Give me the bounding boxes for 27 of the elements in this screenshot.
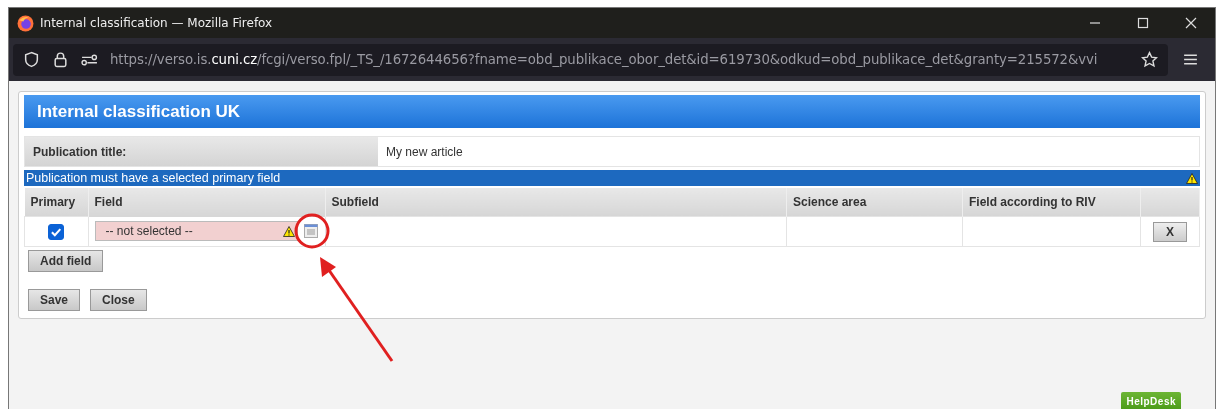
action-button[interactable]: Save [28, 289, 81, 311]
action-button[interactable]: Close [90, 289, 147, 311]
error-message: Publication must have a selected primary field [26, 171, 281, 185]
column-header: Field according to RIV [962, 188, 1141, 217]
field-select[interactable]: -- not selected -- [94, 221, 298, 241]
primary-checkbox[interactable] [48, 223, 65, 240]
warning-icon [1186, 172, 1198, 184]
column-header: Science area [786, 188, 963, 217]
column-header: Subfield [325, 188, 787, 217]
remove-button[interactable]: X [1153, 221, 1187, 242]
title-label: Publication title: [25, 137, 378, 166]
title-value: My new article [385, 143, 464, 161]
shield-icon[interactable] [23, 51, 40, 68]
firefox-logo-icon [17, 14, 34, 32]
column-header: Field [88, 188, 325, 217]
close-icon[interactable] [1185, 17, 1197, 29]
url-text: https://verso.is.cuni.cz/fcgi/verso.fpl/_TS_/1672644656?fname=obd_publikace_obor_det&id=619730&odkud=obd_publikace_det&granty=215572&vvi [110, 52, 1099, 67]
star-icon[interactable] [1141, 51, 1158, 68]
add-field-button[interactable]: Add field [28, 250, 104, 272]
window-title: Internal classification — Mozilla Firefox [40, 16, 273, 30]
address-bar[interactable]: https://verso.is.cuni.cz/fcgi/verso.fpl/_TS_/1672644656?fname=obd_publikace_obor_det&id=619730&odkud=obd_publikace_det&granty=215572&vvi [13, 43, 1168, 76]
column-header: Primary [24, 188, 88, 217]
maximize-icon[interactable] [1137, 17, 1149, 29]
page-heading: Internal classification UK [24, 95, 1200, 128]
lock-icon[interactable] [52, 51, 69, 68]
list-picker-icon[interactable] [303, 224, 318, 238]
warning-icon [282, 225, 295, 237]
